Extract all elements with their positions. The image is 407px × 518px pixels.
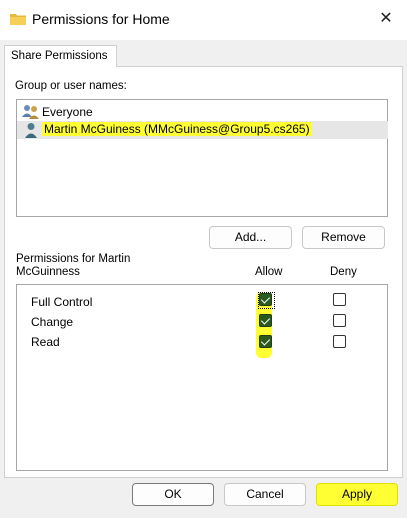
list-item-label: Everyone <box>42 105 93 119</box>
dialog-client-area: Share Permissions Group or user names: E… <box>0 40 407 518</box>
group-user-list[interactable]: Everyone Martin McGuiness (MMcGuiness@Gr… <box>16 99 388 217</box>
users-group-icon <box>22 105 39 119</box>
selected-user-highlight: Martin McGuiness (MMcGuiness@Group5.cs26… <box>42 122 312 136</box>
folder-icon <box>10 14 26 25</box>
apply-button[interactable]: Apply <box>316 483 398 506</box>
allow-checkbox-change[interactable] <box>259 314 272 327</box>
permissions-for-label: Permissions for Martin McGuinness <box>16 253 130 279</box>
remove-button[interactable]: Remove <box>302 226 385 249</box>
group-or-user-names-label: Group or user names: <box>15 80 127 92</box>
perm-name: Full Control <box>31 295 93 309</box>
deny-checkbox-full-control[interactable] <box>333 293 346 306</box>
list-item-everyone[interactable]: Everyone <box>17 103 388 121</box>
deny-checkbox-change[interactable] <box>333 314 346 327</box>
deny-column-header: Deny <box>330 266 357 278</box>
permissions-label-line2: McGuinness <box>16 266 80 278</box>
perm-row-change: Change <box>17 313 388 333</box>
list-item-label: Martin McGuiness (MMcGuiness@Group5.cs26… <box>42 122 312 136</box>
add-button[interactable]: Add... <box>209 226 292 249</box>
perm-name: Change <box>31 315 74 329</box>
share-permissions-panel: Group or user names: Everyone Martin McG… <box>4 66 403 478</box>
deny-checkbox-read[interactable] <box>333 335 346 348</box>
list-item-martin-mcguiness[interactable]: Martin McGuiness (MMcGuiness@Group5.cs26… <box>17 121 388 139</box>
perm-row-read: Read <box>17 333 388 353</box>
allow-column-header: Allow <box>255 266 283 278</box>
title-bar: Permissions for Home ✕ <box>0 0 407 40</box>
permissions-label-line1: Permissions for Martin <box>16 253 131 265</box>
allow-checkbox-full-control[interactable] <box>259 293 272 306</box>
permissions-list: Full Control Change Read <box>16 284 388 471</box>
user-icon <box>25 123 37 138</box>
window-title: Permissions for Home <box>32 11 170 27</box>
allow-checkbox-read[interactable] <box>259 335 272 348</box>
cancel-button[interactable]: Cancel <box>224 483 306 506</box>
close-icon[interactable]: ✕ <box>375 8 397 30</box>
tab-share-permissions[interactable]: Share Permissions <box>4 45 117 67</box>
ok-button[interactable]: OK <box>132 483 214 506</box>
perm-name: Read <box>31 335 60 349</box>
perm-row-full-control: Full Control <box>17 292 388 313</box>
